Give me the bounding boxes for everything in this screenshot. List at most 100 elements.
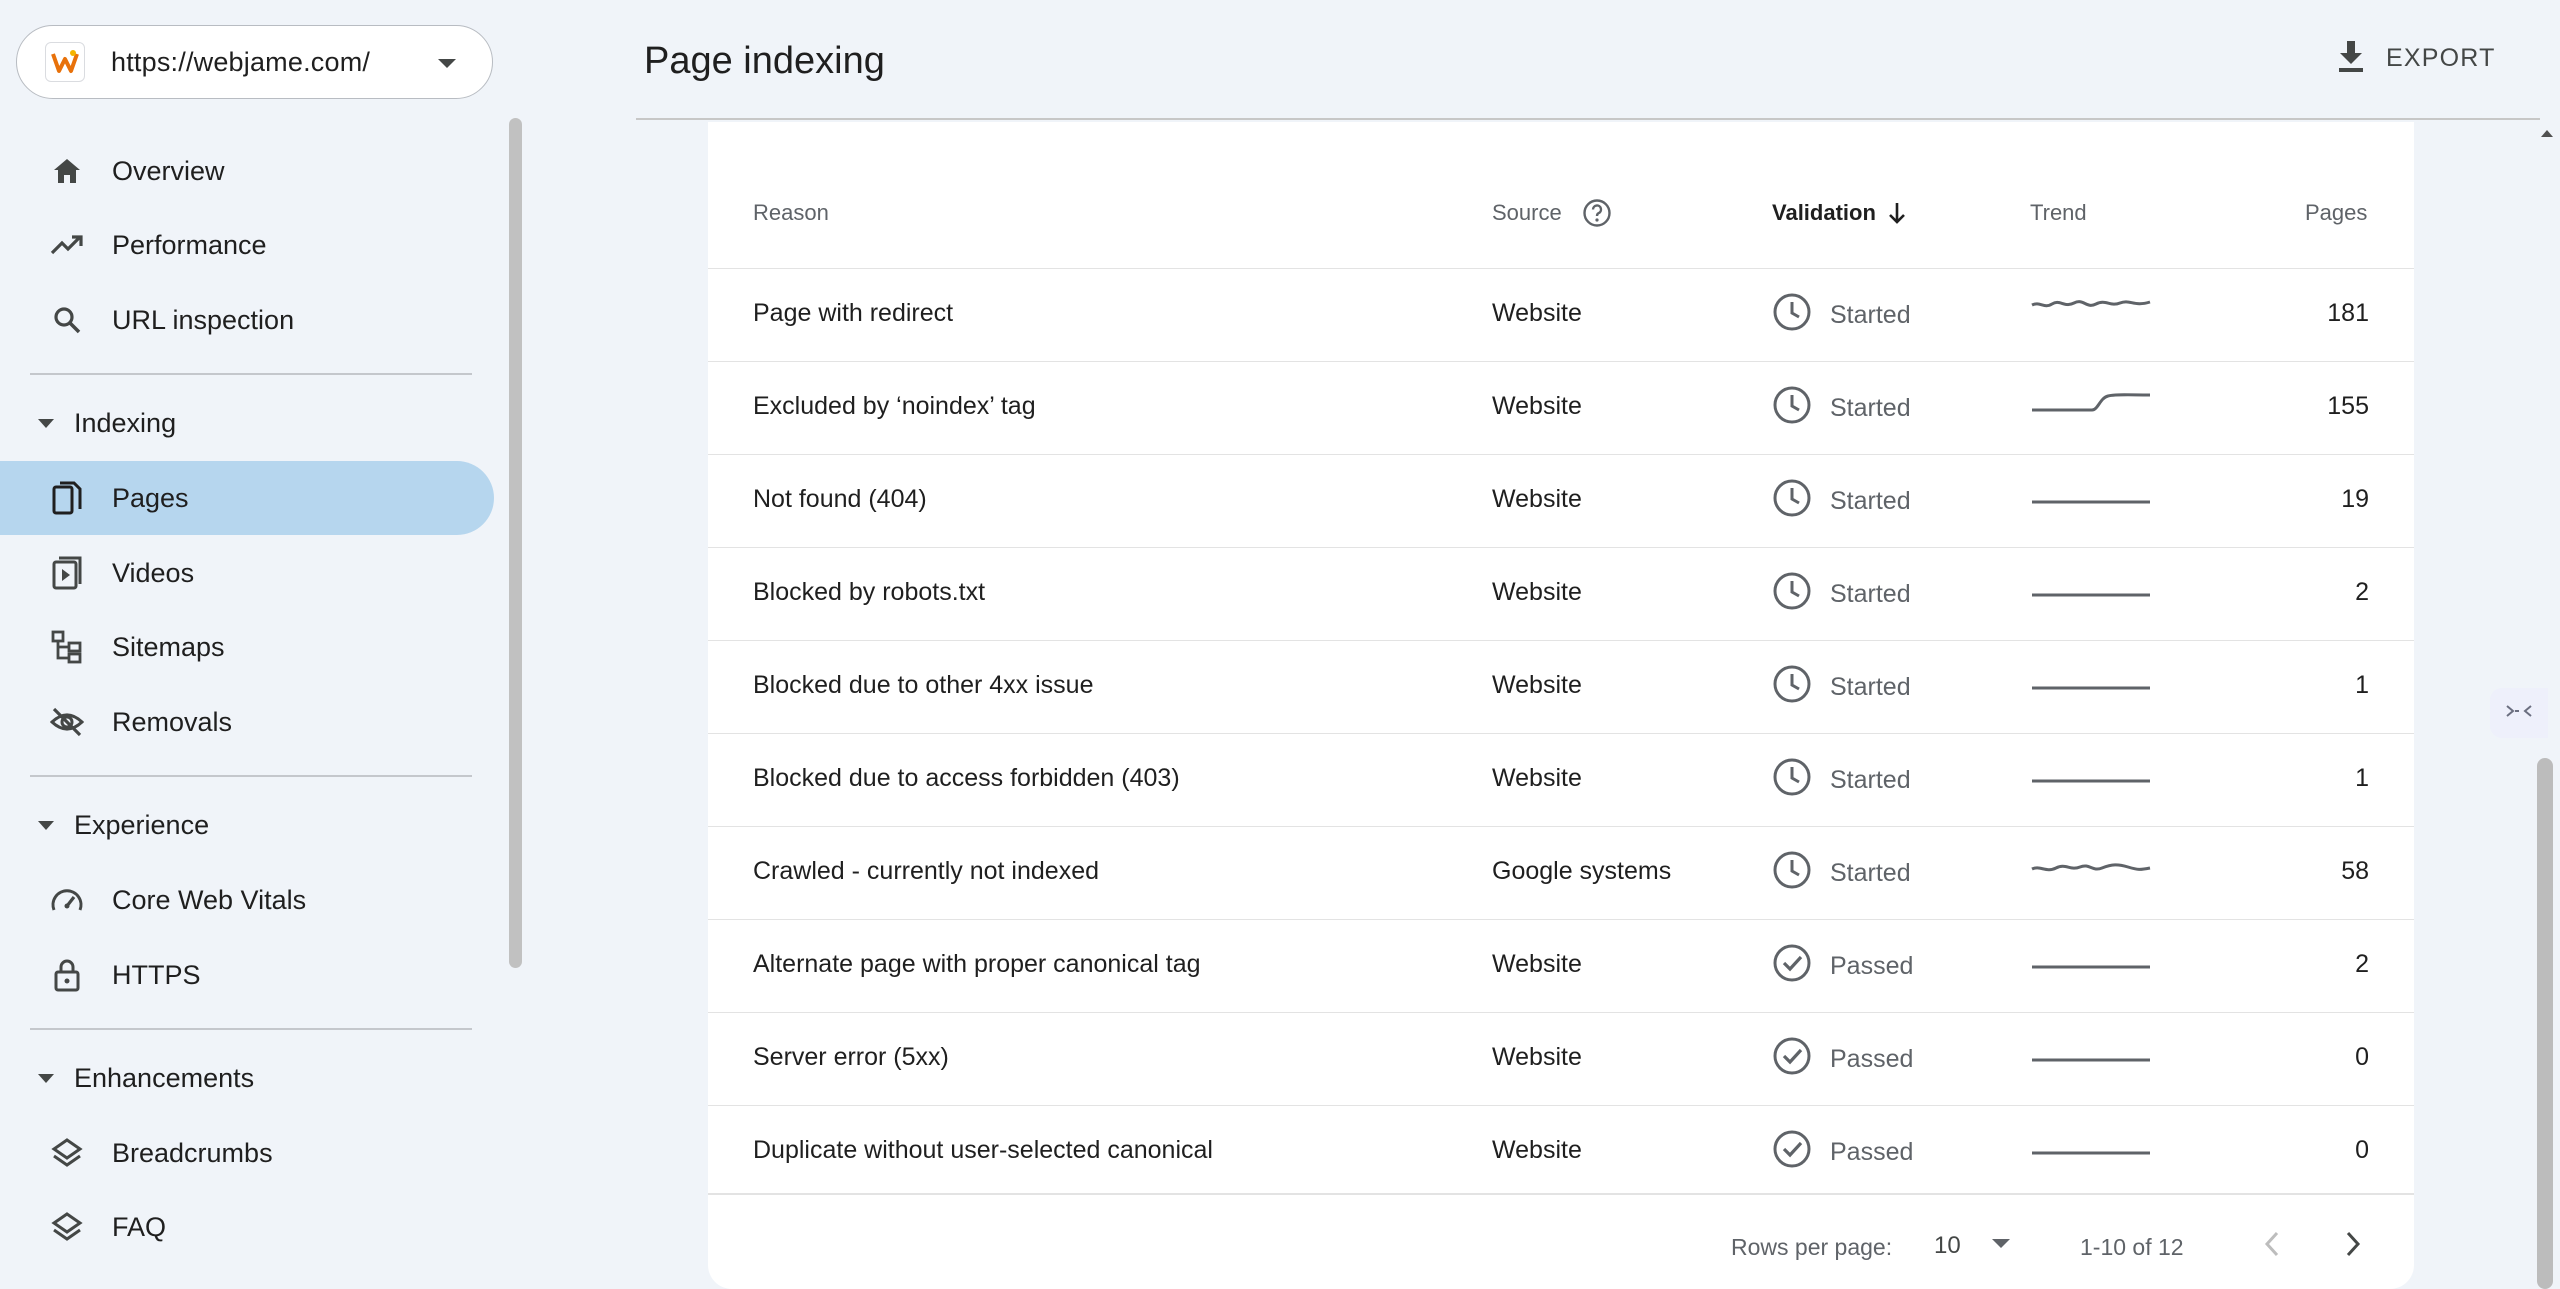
chevron-down-icon bbox=[436, 57, 458, 76]
sidebar-item-label: FAQ bbox=[112, 1211, 167, 1242]
clock-icon bbox=[1772, 571, 1812, 618]
table-row[interactable]: Alternate page with proper canonical tag… bbox=[708, 919, 2414, 1012]
row-source: Website bbox=[1492, 1136, 1582, 1164]
validation-status: Started bbox=[1830, 301, 1911, 329]
trend-sparkline bbox=[2032, 500, 2150, 504]
row-reason: Blocked due to access forbidden (403) bbox=[753, 764, 1180, 792]
chevron-right-icon[interactable] bbox=[2343, 1230, 2363, 1263]
trend-sparkline bbox=[2031, 863, 2151, 872]
table-row[interactable]: Duplicate without user-selected canonica… bbox=[708, 1105, 2414, 1198]
sidebar-item-core-web-vitals[interactable]: Core Web Vitals bbox=[0, 863, 494, 937]
sidebar-item-faq[interactable]: FAQ bbox=[0, 1190, 494, 1264]
property-selector[interactable]: https://webjame.com/ bbox=[16, 25, 493, 99]
export-button[interactable]: EXPORT bbox=[2336, 36, 2496, 80]
row-source: Google systems bbox=[1492, 857, 1672, 885]
home-icon bbox=[50, 154, 84, 188]
table-row[interactable]: Page with redirect Website Started 181 bbox=[708, 268, 2414, 361]
column-header-reason[interactable]: Reason bbox=[753, 200, 829, 226]
row-pages: 181 bbox=[2327, 299, 2369, 327]
trend-sparkline bbox=[2031, 300, 2151, 308]
sidebar-item-label: Overview bbox=[112, 155, 225, 186]
trend-sparkline bbox=[2032, 686, 2150, 690]
trend-sparkline bbox=[2032, 393, 2151, 412]
sidebar-item-videos[interactable]: Videos bbox=[0, 536, 494, 610]
clock-icon bbox=[1772, 478, 1812, 525]
row-pages: 2 bbox=[2355, 578, 2369, 606]
sidebar-item-url-inspection[interactable]: URL inspection bbox=[0, 283, 494, 357]
sidebar-item-label: Pages bbox=[112, 482, 189, 513]
validation-status: Started bbox=[1830, 859, 1911, 887]
main-scrollbar-thumb[interactable] bbox=[2537, 758, 2553, 1289]
row-source: Website bbox=[1492, 950, 1582, 978]
sidebar-divider bbox=[30, 1028, 472, 1030]
row-pages: 1 bbox=[2355, 671, 2369, 699]
row-reason: Blocked due to other 4xx issue bbox=[753, 671, 1094, 699]
row-reason: Alternate page with proper canonical tag bbox=[753, 950, 1201, 978]
table-row[interactable]: Excluded by ‘noindex’ tag Website Started 1… bbox=[708, 361, 2414, 454]
row-pages: 19 bbox=[2341, 485, 2369, 513]
sidebar-item-performance[interactable]: Performance bbox=[0, 208, 494, 282]
row-source: Website bbox=[1492, 764, 1582, 792]
table-row[interactable]: Crawled - currently not indexed Google sy… bbox=[708, 826, 2414, 919]
collapse-arrows-icon bbox=[2505, 703, 2533, 724]
section-title: Enhancements bbox=[74, 1062, 255, 1093]
arrow-down-icon[interactable] bbox=[1887, 201, 1907, 230]
sidebar-item-https[interactable]: HTTPS bbox=[0, 938, 494, 1012]
sidebar-item-sitemaps[interactable]: Sitemaps bbox=[0, 610, 494, 684]
section-toggle-enhancements[interactable]: Enhancements bbox=[0, 1048, 254, 1108]
row-pages: 2 bbox=[2355, 950, 2369, 978]
column-header-source[interactable]: Source bbox=[1492, 200, 1562, 226]
clock-icon bbox=[1772, 850, 1812, 897]
side-panel-toggle[interactable] bbox=[2490, 688, 2548, 738]
help-icon[interactable] bbox=[1582, 198, 1612, 233]
row-source: Website bbox=[1492, 671, 1582, 699]
table-row[interactable]: Blocked due to access forbidden (403) Web… bbox=[708, 733, 2414, 826]
row-source: Website bbox=[1492, 1043, 1582, 1071]
caret-down-icon bbox=[38, 820, 54, 830]
trend-sparkline bbox=[2032, 1058, 2150, 1062]
column-header-pages[interactable]: Pages bbox=[2305, 200, 2367, 226]
sidebar-item-removals[interactable]: Removals bbox=[0, 685, 494, 759]
rows-per-page-select[interactable]: 10 bbox=[1934, 1232, 2011, 1260]
sidebar-item-label: HTTPS bbox=[112, 959, 201, 990]
table-row[interactable]: Not found (404) Website Started 19 bbox=[708, 454, 2414, 547]
trend-sparkline bbox=[2032, 779, 2150, 783]
sidebar-scrollbar[interactable] bbox=[509, 118, 522, 968]
sidebar-item-pages[interactable]: Pages bbox=[0, 461, 494, 535]
row-source: Website bbox=[1492, 299, 1582, 327]
clock-icon bbox=[1772, 385, 1812, 432]
table-row[interactable]: Blocked due to other 4xx issue Website Sta… bbox=[708, 640, 2414, 733]
check-circle-icon bbox=[1772, 1036, 1812, 1083]
property-url: https://webjame.com/ bbox=[111, 46, 371, 77]
section-toggle-indexing[interactable]: Indexing bbox=[0, 393, 176, 453]
header-divider bbox=[636, 118, 2540, 120]
page-title: Page indexing bbox=[644, 40, 885, 82]
row-source: Website bbox=[1492, 392, 1582, 420]
row-pages: 0 bbox=[2355, 1136, 2369, 1164]
search-icon bbox=[50, 303, 84, 337]
sidebar-item-overview[interactable]: Overview bbox=[0, 134, 494, 208]
clock-icon bbox=[1772, 757, 1812, 804]
row-validation: Started bbox=[1772, 292, 1911, 339]
table-row[interactable]: Server error (5xx) Website Passed 0 bbox=[708, 1012, 2414, 1105]
row-reason: Excluded by ‘noindex’ tag bbox=[753, 392, 1036, 420]
sidebar: https://webjame.com/ Overview Performanc… bbox=[0, 0, 522, 1289]
table-row[interactable]: Blocked by robots.txt Website Started 2 bbox=[708, 547, 2414, 640]
export-label: EXPORT bbox=[2386, 43, 2496, 72]
row-validation: Started bbox=[1772, 757, 1911, 804]
clock-icon bbox=[1772, 292, 1812, 339]
download-icon bbox=[2336, 39, 2366, 78]
validation-status: Passed bbox=[1830, 952, 1914, 980]
scroll-up-arrow-icon[interactable] bbox=[2540, 128, 2554, 138]
chevron-left-icon[interactable] bbox=[2262, 1230, 2282, 1263]
rows-per-page-value: 10 bbox=[1934, 1232, 1961, 1259]
sidebar-item-label: Videos bbox=[112, 557, 195, 588]
clock-icon bbox=[1772, 664, 1812, 711]
check-circle-icon bbox=[1772, 1129, 1812, 1176]
column-header-validation[interactable]: Validation bbox=[1772, 200, 1876, 226]
sidebar-divider bbox=[30, 373, 472, 375]
eye-off-icon bbox=[50, 705, 84, 739]
row-reason: Blocked by robots.txt bbox=[753, 578, 986, 606]
section-toggle-experience[interactable]: Experience bbox=[0, 795, 209, 855]
sidebar-item-breadcrumbs[interactable]: Breadcrumbs bbox=[0, 1116, 494, 1190]
